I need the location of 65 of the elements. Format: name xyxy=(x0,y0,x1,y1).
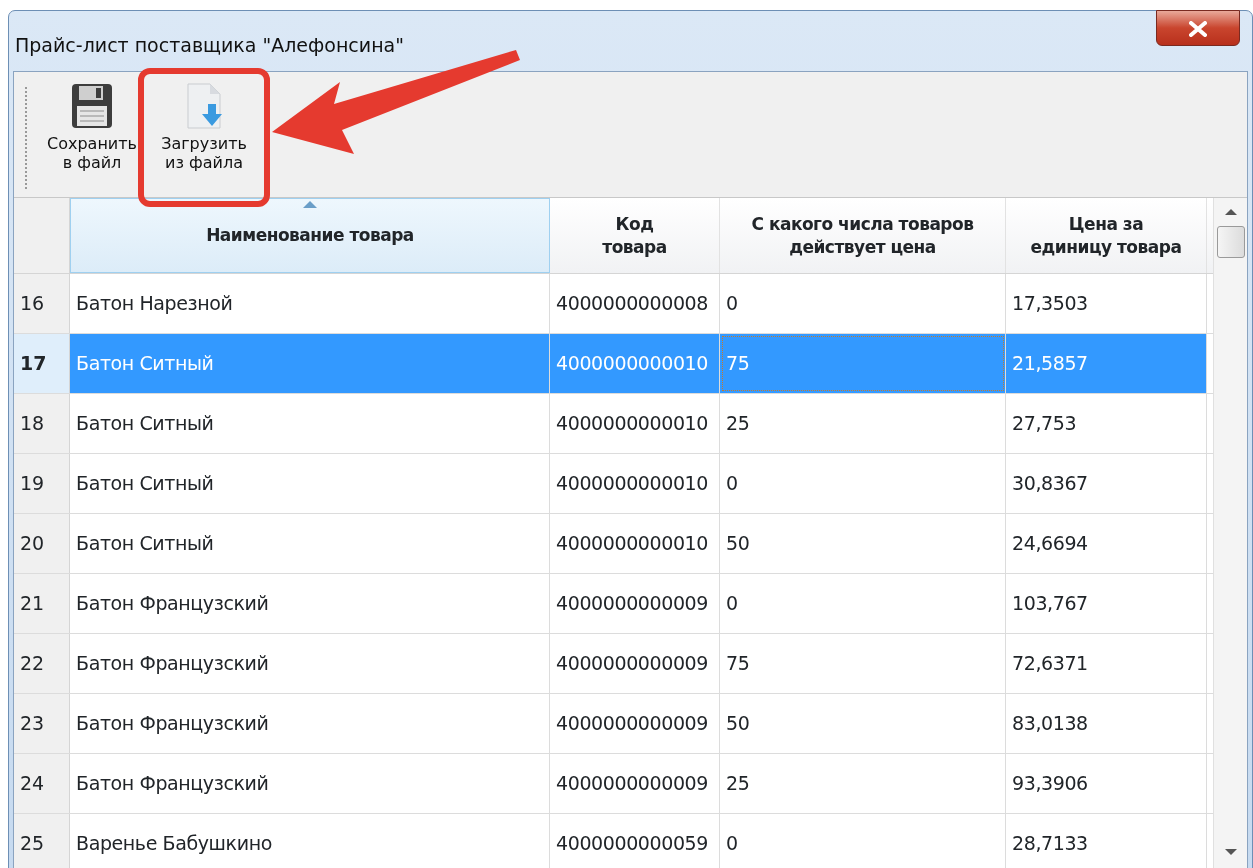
table-cell: 17,3503 xyxy=(1006,274,1207,333)
row-number[interactable]: 25 xyxy=(14,814,70,868)
table-cell: 21,5857 xyxy=(1006,334,1207,393)
column-header[interactable]: Код товара xyxy=(550,198,720,273)
table-cell: 4000000000009 xyxy=(550,634,720,693)
table-cell: 4000000000010 xyxy=(550,514,720,573)
table-cell: 4000000000009 xyxy=(550,574,720,633)
table-cell: 4000000000010 xyxy=(550,334,720,393)
table-cell: 4000000000009 xyxy=(550,694,720,753)
table-cell: 103,767 xyxy=(1006,574,1207,633)
row-number[interactable]: 20 xyxy=(14,514,70,573)
save-button[interactable]: Сохранить в файл xyxy=(38,78,146,197)
table-cell: 75 xyxy=(720,334,1006,393)
table-cell: Батон Французский xyxy=(70,754,550,813)
scroll-up-icon[interactable] xyxy=(1223,208,1238,216)
table-cell: 50 xyxy=(720,694,1006,753)
table-cell: 72,6371 xyxy=(1006,634,1207,693)
column-header[interactable]: С какого числа товаров действует цена xyxy=(720,198,1006,273)
table-cell: 4000000000010 xyxy=(550,454,720,513)
load-button[interactable]: Загрузить из файла xyxy=(150,78,258,197)
row-number[interactable]: 17 xyxy=(14,334,70,393)
table-cell: Батон Нарезной xyxy=(70,274,550,333)
table-cell: Батон Французский xyxy=(70,694,550,753)
table-cell: Батон Ситный xyxy=(70,514,550,573)
table-cell: 50 xyxy=(720,514,1006,573)
table-cell: Батон Ситный xyxy=(70,394,550,453)
table-cell: 28,7133 xyxy=(1006,814,1207,868)
close-icon xyxy=(1189,20,1207,37)
table-cell: 0 xyxy=(720,454,1006,513)
table-cell: Батон Ситный xyxy=(70,454,550,513)
window-title: Прайс-лист поставщика "Алефонсина" xyxy=(14,33,404,58)
table-cell: 0 xyxy=(720,274,1006,333)
row-number[interactable]: 21 xyxy=(14,574,70,633)
table-cell: Батон Ситный xyxy=(70,334,550,393)
sort-caret-icon xyxy=(303,201,317,208)
column-header[interactable]: Цена за единицу товара xyxy=(1006,198,1207,273)
table-cell: 25 xyxy=(720,394,1006,453)
row-number[interactable]: 23 xyxy=(14,694,70,753)
table-cell: 25 xyxy=(720,754,1006,813)
table-cell: 4000000000010 xyxy=(550,394,720,453)
table-cell: 75 xyxy=(720,634,1006,693)
scroll-thumb[interactable] xyxy=(1216,226,1245,258)
table-cell: Варенье Бабушкино xyxy=(70,814,550,868)
row-number[interactable]: 19 xyxy=(14,454,70,513)
row-number[interactable]: 22 xyxy=(14,634,70,693)
table-cell: 24,6694 xyxy=(1006,514,1207,573)
table-cell: 4000000000009 xyxy=(550,754,720,813)
row-number[interactable]: 16 xyxy=(14,274,70,333)
row-number[interactable]: 18 xyxy=(14,394,70,453)
table-cell: 27,753 xyxy=(1006,394,1207,453)
column-header[interactable]: Наименование товара xyxy=(70,198,550,273)
scrollbar[interactable] xyxy=(1213,198,1247,868)
table-cell: 30,8367 xyxy=(1006,454,1207,513)
table-cell: 4000000000059 xyxy=(550,814,720,868)
table-cell: 83,0138 xyxy=(1006,694,1207,753)
table-cell: Батон Французский xyxy=(70,574,550,633)
toolbar-grip[interactable] xyxy=(24,86,28,191)
table-cell: Батон Французский xyxy=(70,634,550,693)
scroll-down-icon[interactable] xyxy=(1223,848,1238,856)
table-cell: 0 xyxy=(720,574,1006,633)
table-cell: 0 xyxy=(720,814,1006,868)
close-button[interactable] xyxy=(1156,10,1240,46)
table-cell: 4000000000008 xyxy=(550,274,720,333)
table-cell: 93,3906 xyxy=(1006,754,1207,813)
row-number[interactable]: 24 xyxy=(14,754,70,813)
